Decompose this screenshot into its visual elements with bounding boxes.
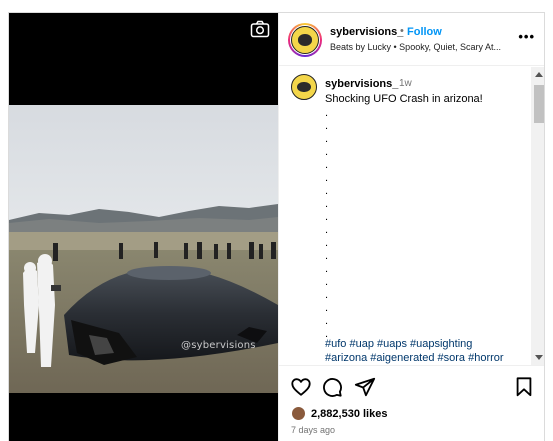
heart-icon[interactable] <box>290 376 312 398</box>
post-image: @sybervisions <box>9 105 278 393</box>
camera-icon[interactable] <box>250 20 270 38</box>
audio-attribution[interactable]: Beats by Lucky • Spooky, Quiet, Scary At… <box>330 42 510 52</box>
caption-time: 1w <box>399 78 412 89</box>
scroll-down-arrow-icon[interactable] <box>535 355 543 360</box>
post-side-panel: sybervisions_ • Follow Beats by Lucky • … <box>278 13 544 441</box>
hashtags-line[interactable]: #ufo #uap #uaps #uapsighting <box>325 337 525 351</box>
more-icon[interactable]: ••• <box>518 29 535 44</box>
post-age[interactable]: 7 days ago <box>291 425 335 435</box>
post-dialog: @sybervisions sybervisions_ • Follow Bea… <box>8 12 545 441</box>
bookmark-icon[interactable] <box>513 376 535 398</box>
comment-icon[interactable] <box>321 376 343 398</box>
caption-hashtags: #ufo #uap #uaps #uapsighting #arizona #a… <box>325 337 525 365</box>
story-ring[interactable] <box>288 23 322 57</box>
scroll-up-arrow-icon[interactable] <box>535 72 543 77</box>
post-header: sybervisions_ • Follow Beats by Lucky • … <box>279 13 544 66</box>
video-watermark: @sybervisions <box>181 340 256 351</box>
caption-username[interactable]: sybervisions_ <box>325 78 398 90</box>
media-pane[interactable]: @sybervisions <box>9 13 278 441</box>
caption-text: Shocking UFO Crash in arizona! <box>325 93 483 105</box>
action-bar: 2,882,530 likes 7 days ago <box>279 365 544 441</box>
caption-scrollbar[interactable] <box>531 67 544 365</box>
caption-area: sybervisions_ 1w Shocking UFO Crash in a… <box>279 67 531 365</box>
avatar[interactable] <box>291 74 317 100</box>
caption-spacer-dots: . . . . . . . . . . . . . . . . . . <box>325 107 329 340</box>
share-icon[interactable] <box>354 376 376 398</box>
hashtags-line[interactable]: #arizona #aigenerated #sora #horror <box>325 351 525 365</box>
liker-avatar[interactable] <box>291 406 306 421</box>
separator-dot: • <box>400 25 404 37</box>
avatar[interactable] <box>291 26 319 54</box>
follow-button[interactable]: Follow <box>407 26 442 38</box>
post-username[interactable]: sybervisions_ <box>330 26 403 38</box>
likes-count[interactable]: 2,882,530 likes <box>311 408 387 420</box>
scroll-thumb[interactable] <box>534 85 544 123</box>
